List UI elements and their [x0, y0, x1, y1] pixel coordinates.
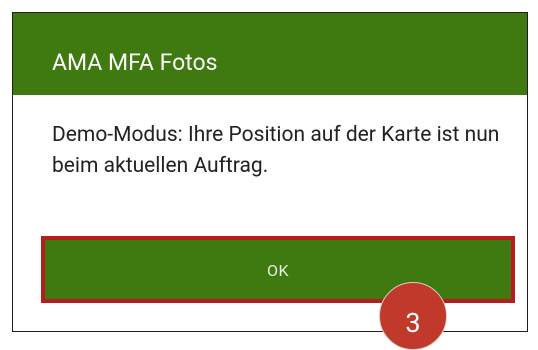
dialog-header: AMA MFA Fotos	[13, 13, 527, 95]
step-number-badge: 3	[379, 282, 447, 350]
dialog-title: AMA MFA Fotos	[52, 49, 218, 76]
ok-button[interactable]: OK	[41, 236, 515, 303]
dialog-message: Demo-Modus: Ihre Position auf der Karte …	[52, 123, 500, 178]
ok-button-label: OK	[266, 261, 290, 280]
